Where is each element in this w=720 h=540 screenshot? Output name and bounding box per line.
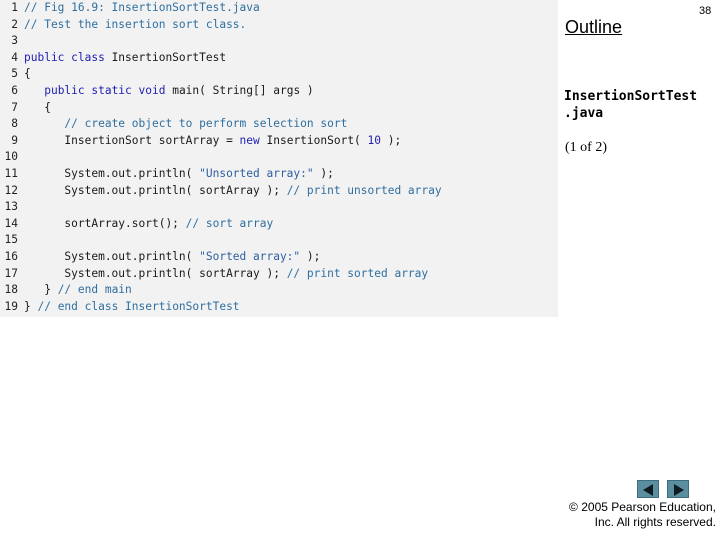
code-token: ); (300, 250, 321, 263)
line-number: 13 (4, 200, 18, 214)
line-number: 7 (11, 100, 18, 114)
code-token: System.out.println( (24, 167, 200, 180)
code-token: { (24, 100, 51, 114)
code-line: 18 } // end main (0, 282, 132, 299)
triangle-right-icon (674, 484, 684, 496)
code-token: 10 (367, 133, 382, 147)
next-slide-button[interactable] (667, 480, 689, 498)
line-number: 6 (11, 84, 18, 97)
code-line: 16 System.out.println( "Sorted array:" )… (0, 249, 321, 266)
line-number: 16 (4, 250, 18, 263)
code-token: public class (24, 50, 105, 64)
line-number: 1 (11, 1, 18, 14)
code-line: 13 (0, 199, 24, 216)
code-line: 11 System.out.println( "Unsorted array:"… (0, 166, 334, 183)
code-line: 8 // create object to perform selection … (0, 116, 347, 133)
file-name-line2: .java (564, 106, 604, 121)
code-token: // create object to perform selection so… (64, 117, 348, 131)
code-line: 12 System.out.println( sortArray ); // p… (0, 183, 442, 200)
code-token: // print sorted array (286, 266, 429, 280)
code-token: { (24, 67, 31, 81)
code-token: public static void (44, 84, 166, 97)
code-token: // print unsorted array (286, 183, 442, 197)
line-number: 5 (11, 67, 18, 81)
code-token: System.out.println( (24, 250, 200, 263)
line-number: 4 (11, 50, 18, 64)
part-indicator: (1 of 2) (565, 140, 607, 155)
code-line: 3 (0, 33, 24, 50)
line-number: 12 (4, 183, 18, 197)
line-number: 3 (11, 34, 18, 48)
code-token: new (239, 133, 260, 147)
code-token: "Unsorted array:" (199, 167, 314, 180)
line-number: 19 (4, 299, 18, 313)
line-number: 18 (4, 283, 18, 297)
code-line: 17 System.out.println( sortArray ); // p… (0, 266, 429, 283)
line-number: 8 (11, 117, 18, 131)
code-token: } (24, 299, 38, 313)
outline-label[interactable]: Outline (565, 17, 622, 38)
line-number: 11 (4, 167, 18, 180)
line-number: 2 (11, 17, 18, 31)
code-line: 19} // end class InsertionSortTest (0, 299, 240, 316)
code-token: // Test the insertion sort class. (24, 17, 247, 31)
code-token: } (24, 283, 58, 297)
copyright: © 2005 Pearson Education, Inc. All right… (560, 500, 716, 530)
code-line: 1 // Fig 16.9: InsertionSortTest.java (0, 0, 260, 17)
triangle-left-icon (643, 484, 653, 496)
code-token: System.out.println( sortArray ); (24, 183, 287, 197)
code-line: 9 InsertionSort sortArray = new Insertio… (0, 133, 401, 150)
line-number: 17 (4, 266, 18, 280)
code-line: 15 (0, 232, 24, 249)
previous-slide-button[interactable] (637, 480, 659, 498)
line-number: 15 (4, 233, 18, 247)
code-line: 2 // Test the insertion sort class. (0, 17, 246, 34)
code-token: // end main (57, 283, 132, 297)
code-token: System.out.println( sortArray ); (24, 266, 287, 280)
code-token: // Fig 16.9: InsertionSortTest.java (24, 1, 260, 14)
code-line: 14 sortArray.sort(); // sort array (0, 216, 274, 233)
code-token: sortArray.sort(); (24, 216, 186, 230)
copyright-line2: Inc. All rights reserved. (594, 515, 716, 529)
line-number: 9 (11, 133, 18, 147)
code-token: ); (313, 167, 334, 180)
code-token: InsertionSort( (259, 133, 368, 147)
code-token: InsertionSortTest (104, 50, 227, 64)
file-name: InsertionSortTest .java (564, 88, 714, 122)
code-line: 10 (0, 149, 24, 166)
code-token: main( String[] args ) (165, 84, 314, 97)
code-token: // end class InsertionSortTest (37, 299, 240, 313)
code-token: "Sorted array:" (199, 250, 301, 263)
copyright-line1: © 2005 Pearson Education, (569, 500, 716, 514)
code-line: 5{ (0, 66, 31, 83)
line-number: 10 (4, 150, 18, 164)
code-token: // sort array (185, 216, 274, 230)
code-line: 6 public static void main( String[] args… (0, 83, 314, 100)
code-token: InsertionSort sortArray = (24, 133, 240, 147)
code-token: ); (381, 133, 402, 147)
file-name-line1: InsertionSortTest (564, 89, 698, 104)
code-line: 7 { (0, 100, 51, 117)
code-line: 4 public class InsertionSortTest (0, 50, 226, 67)
line-number: 14 (4, 216, 18, 230)
code-listing: 1 // Fig 16.9: InsertionSortTest.java 2 // … (0, 0, 558, 317)
page-number: 38 (699, 5, 712, 17)
